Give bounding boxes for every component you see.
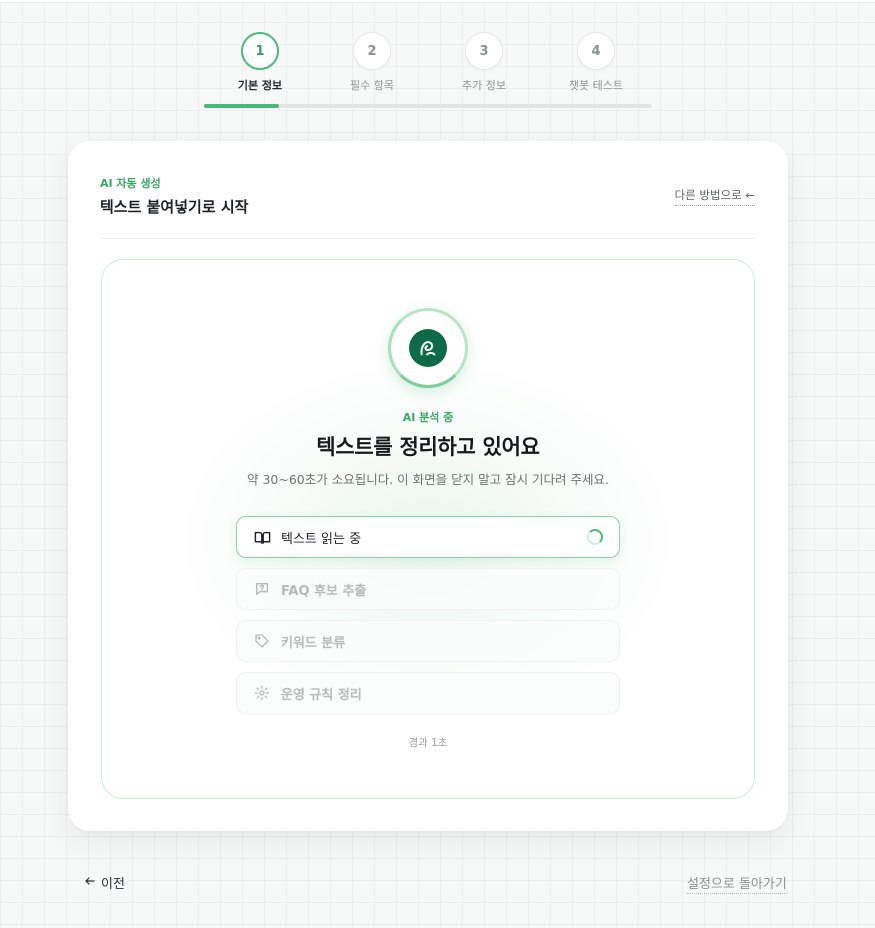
tag-icon [253, 632, 271, 650]
step-2[interactable]: 2 필수 항목 [327, 30, 417, 93]
task-label: FAQ 후보 추출 [281, 583, 367, 599]
step-1-label: 기본 정보 [237, 79, 283, 92]
step-2-label: 필수 항목 [350, 79, 394, 92]
progress-fill [204, 104, 279, 108]
logo-ring [388, 308, 468, 388]
task-read-text: 텍스트 읽는 중 [236, 516, 620, 558]
task-label: 키워드 분류 [281, 635, 346, 651]
analysis-status: AI 분석 중 [402, 411, 454, 424]
arrow-left-icon [84, 875, 96, 891]
step-4-label: 챗봇 테스트 [568, 79, 624, 92]
task-list: 텍스트 읽는 중 FAQ 후보 추출 키워드 분류 운영 규칙 정리 [236, 516, 620, 724]
top-edge [0, 0, 875, 3]
back-to-settings-link[interactable]: 설정으로 돌아가기 [687, 873, 787, 894]
card-title: 텍스트 붙여넣기로 시작 [100, 198, 249, 216]
task-label: 운영 규칙 정리 [281, 687, 362, 703]
message-question-icon [253, 580, 271, 598]
step-4-number: 4 [577, 32, 615, 70]
step-3[interactable]: 3 추가 정보 [439, 30, 529, 93]
task-label: 텍스트 읽는 중 [281, 531, 362, 547]
analysis-subtext: 약 30~60초가 소요됩니다. 이 화면을 닫지 말고 잠시 기다려 주세요. [247, 472, 609, 487]
previous-button[interactable]: 이전 [84, 873, 125, 892]
task-classify-keywords: 키워드 분류 [236, 620, 620, 662]
card-eyebrow: AI 자동 생성 [100, 177, 161, 190]
progress-track [204, 104, 652, 108]
task-extract-faq: FAQ 후보 추출 [236, 568, 620, 610]
elapsed-time: 경과 1초 [408, 737, 448, 749]
gear-icon [253, 684, 271, 702]
analysis-heading: 텍스트를 정리하고 있어요 [316, 435, 540, 459]
step-3-label: 추가 정보 [462, 79, 506, 92]
card-divider [100, 238, 756, 239]
task-organize-rules: 운영 규칙 정리 [236, 672, 620, 714]
other-method-link[interactable]: 다른 방법으로 ← [674, 187, 755, 206]
book-icon [253, 528, 271, 546]
stepper: 1 기본 정보 2 필수 항목 3 추가 정보 4 챗봇 테스트 [204, 30, 652, 110]
main-card: AI 자동 생성 텍스트 붙여넣기로 시작 다른 방법으로 ← AI 분석 중 … [68, 141, 788, 831]
analysis-panel: AI 분석 중 텍스트를 정리하고 있어요 약 30~60초가 소요됩니다. 이… [101, 259, 755, 799]
brand-logo-icon [409, 329, 447, 367]
previous-label: 이전 [101, 877, 125, 892]
step-3-number: 3 [465, 32, 503, 70]
loading-spinner-icon [587, 529, 603, 545]
step-2-number: 2 [353, 32, 391, 70]
step-1-number: 1 [241, 32, 279, 70]
step-4[interactable]: 4 챗봇 테스트 [551, 30, 641, 93]
step-1[interactable]: 1 기본 정보 [215, 30, 305, 93]
